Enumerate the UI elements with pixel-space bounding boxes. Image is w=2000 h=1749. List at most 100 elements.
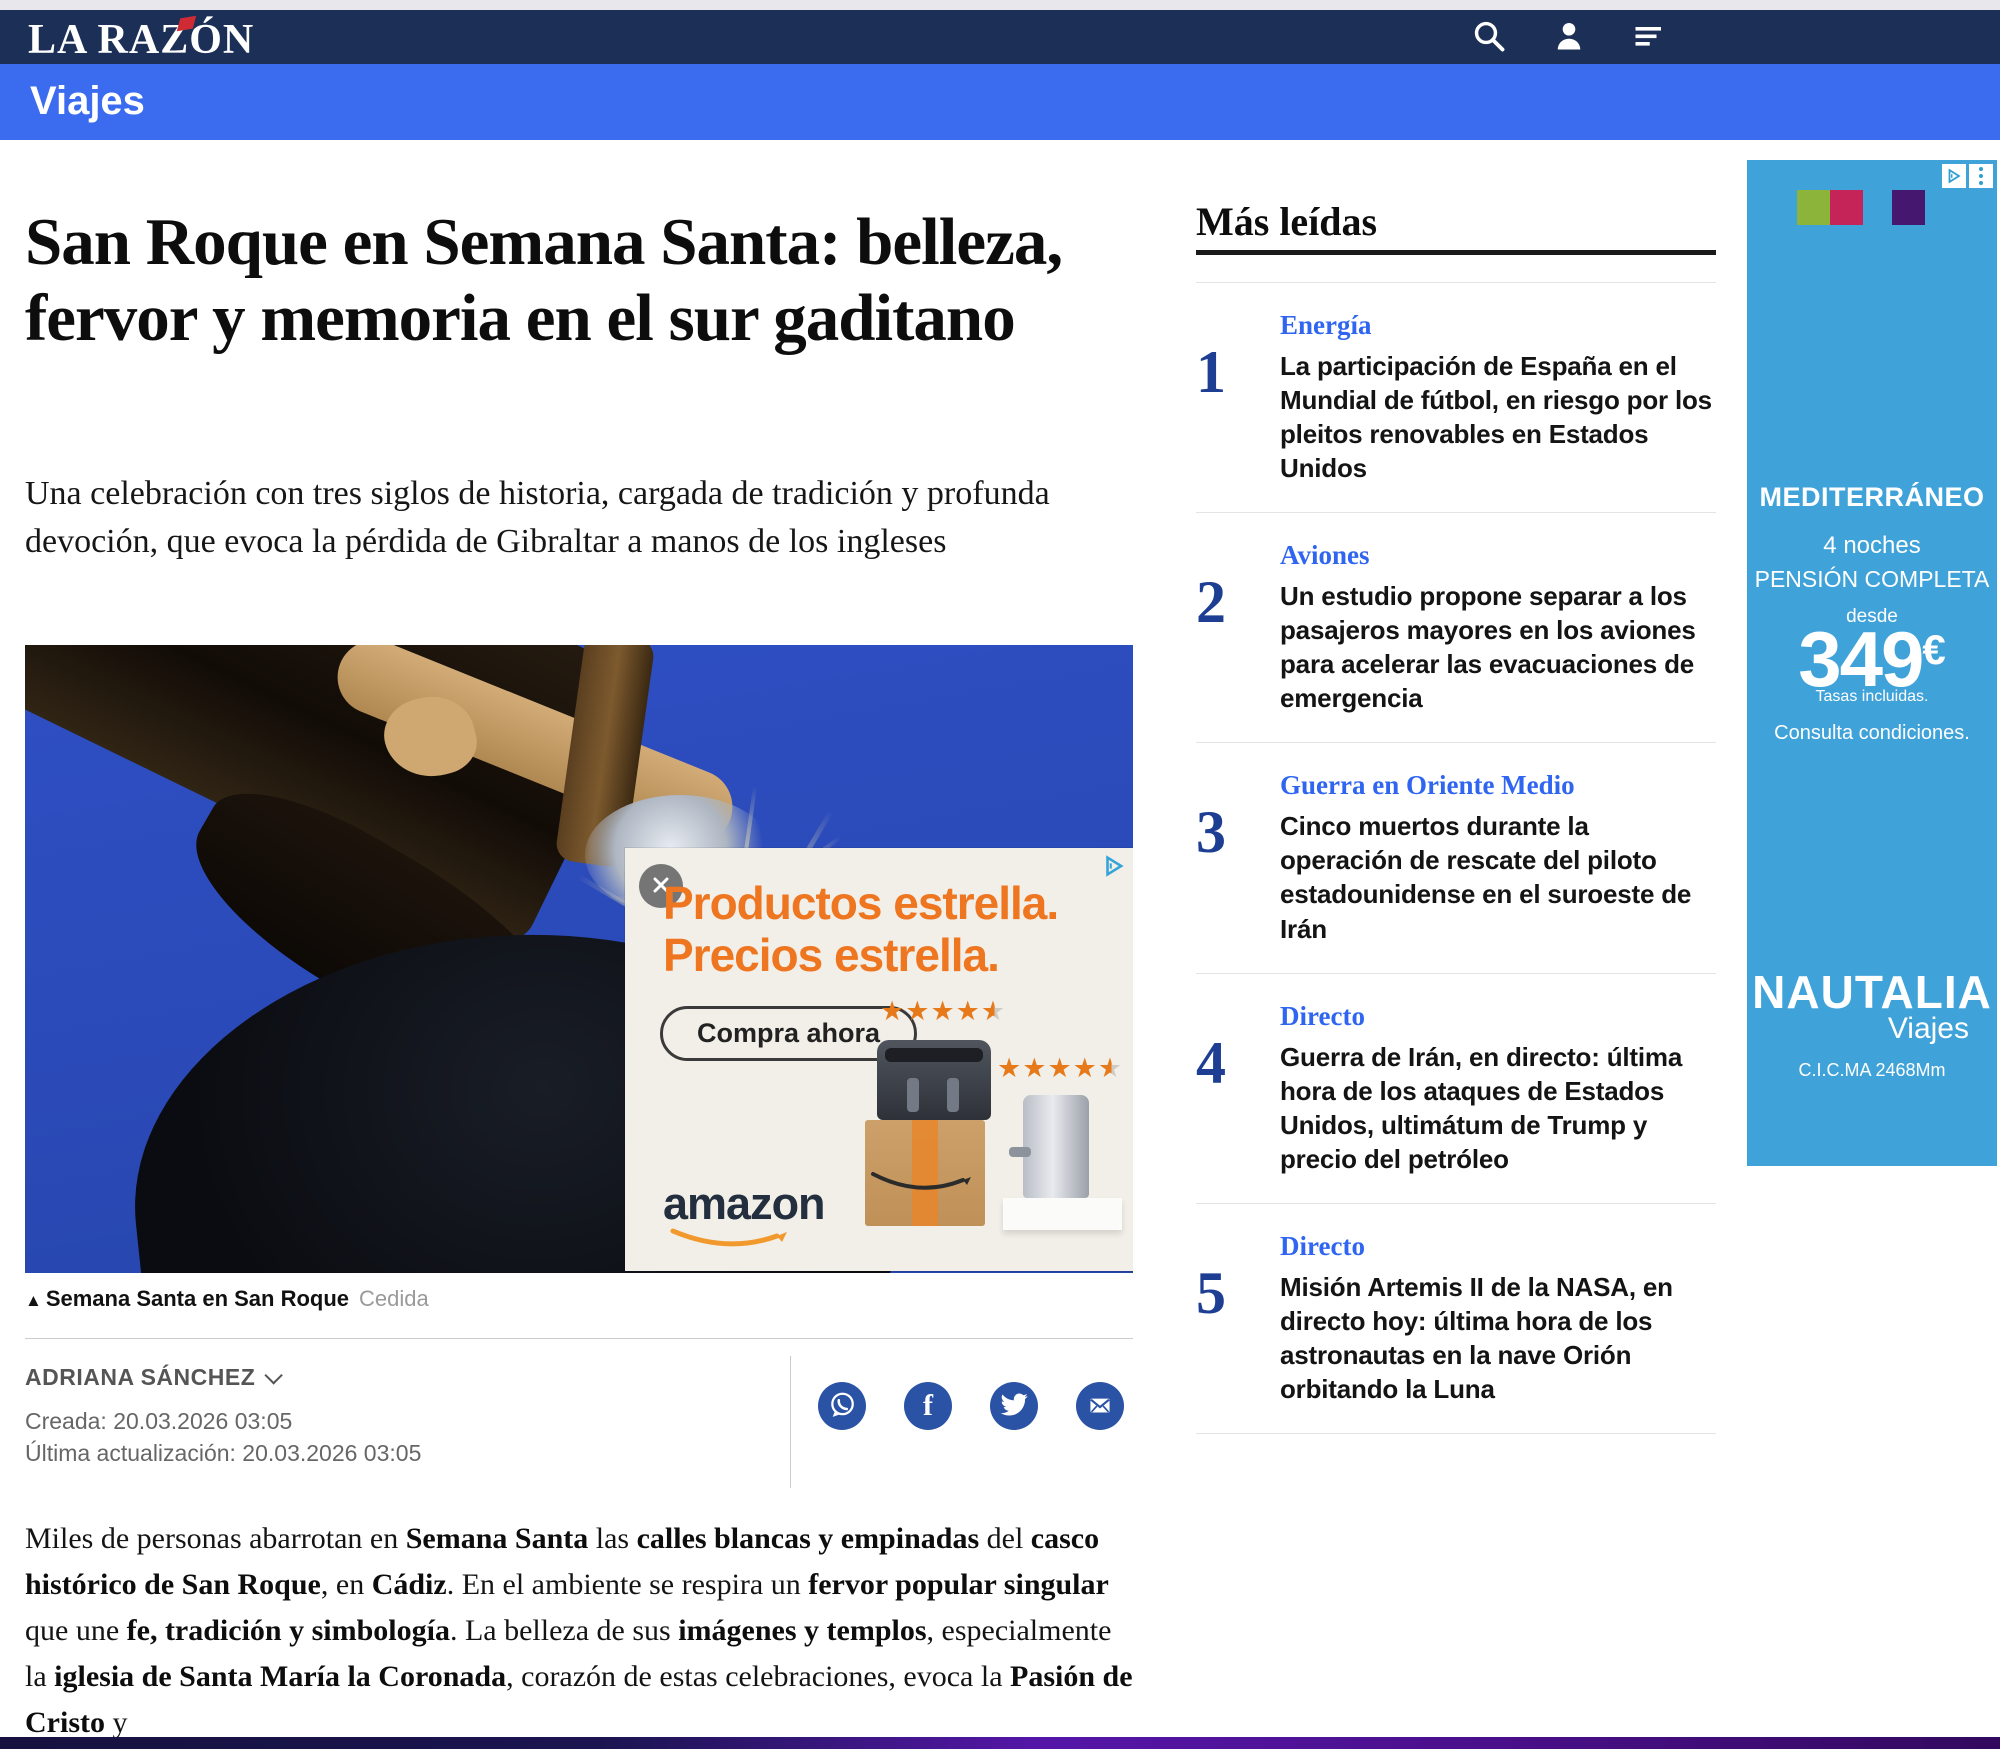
- section-title-link[interactable]: Viajes: [30, 64, 145, 140]
- body-text: , corazón de estas celebraciones, evoca …: [506, 1660, 1010, 1693]
- ad-destination-title: MEDITERRÁNEO: [1747, 482, 1997, 513]
- most-read-title: Más leídas: [1196, 198, 1377, 245]
- body-text: . En el ambiente se respira un: [447, 1568, 809, 1601]
- amazon-logo-text: amazon: [663, 1178, 825, 1229]
- caption-title: Semana Santa en San Roque: [46, 1286, 349, 1311]
- body-bold-text: Cádiz: [372, 1568, 447, 1601]
- email-icon: [1083, 1388, 1117, 1425]
- share-buttons: f: [818, 1382, 1124, 1430]
- amazon-ad-headline: Productos estrella. Precios estrella.: [663, 878, 1113, 982]
- most-read-item[interactable]: 4Directo Guerra de Irán, en directo: últi…: [1196, 973, 1716, 1203]
- star-icon: ★: [1047, 1053, 1072, 1083]
- most-read-rule: [1196, 250, 1716, 255]
- most-read-item[interactable]: 3Guerra en Oriente Medio Cinco muertos du…: [1196, 742, 1716, 972]
- body-text: que une: [25, 1614, 127, 1647]
- most-read-item[interactable]: 2Aviones Un estudio propone separar a los…: [1196, 512, 1716, 742]
- caption-credit: Cedida: [359, 1286, 429, 1311]
- skyscraper-ad[interactable]: MEDITERRÁNEO 4 noches PENSIÓN COMPLETA d…: [1747, 160, 1997, 1166]
- most-read-headline-link[interactable]: Misión Artemis II de la NASA, en directo…: [1280, 1270, 1716, 1406]
- most-read-rank: 4: [1196, 1033, 1280, 1176]
- most-read-category-link[interactable]: Directo: [1280, 1001, 1716, 1032]
- pedestal-image: [1003, 1198, 1122, 1230]
- body-bold-text: iglesia de Santa María la Coronada: [54, 1660, 506, 1693]
- amazon-ad-headline-line1: Productos estrella.: [663, 877, 1058, 929]
- ad-price-currency: €: [1922, 626, 1945, 673]
- ad-logo-purple-square: [1892, 190, 1925, 225]
- brand-logo[interactable]: LA RAZÓN: [28, 16, 254, 64]
- amazon-box-image: [865, 1120, 985, 1226]
- ad-conditions-note: Consulta condiciones.: [1747, 722, 1997, 745]
- search-icon: [1471, 18, 1507, 57]
- top-strip: [0, 0, 2000, 10]
- ad-price: 349€: [1747, 620, 1997, 698]
- most-read-item[interactable]: 1EnergíaLa participación de España en el…: [1196, 283, 1716, 512]
- most-read-content: Aviones Un estudio propone separar a los …: [1280, 540, 1716, 715]
- ad-options-icon[interactable]: [1969, 164, 1993, 188]
- star-rating: ★★★★★: [880, 996, 1006, 1027]
- byline-divider: [25, 1338, 1133, 1339]
- most-read-category-link[interactable]: Guerra en Oriente Medio: [1280, 770, 1716, 801]
- amazon-ad-headline-line2: Precios estrella.: [663, 929, 999, 981]
- adchoices-icon[interactable]: [1101, 853, 1127, 879]
- star-icon: ★: [1098, 1053, 1123, 1083]
- whatsapp-share-button[interactable]: [818, 1382, 866, 1430]
- star-icon: ★: [880, 996, 905, 1026]
- star-icon: ★: [930, 996, 955, 1026]
- header-bar: LA RAZÓN: [0, 10, 2000, 64]
- amazon-ad[interactable]: Productos estrella. Precios estrella. Co…: [625, 848, 1133, 1271]
- user-icon: [1551, 18, 1587, 57]
- most-read-content: Directo Misión Artemis II de la NASA, en …: [1280, 1231, 1716, 1406]
- menu-icon: [1630, 18, 1668, 57]
- brand-logo-text: LA RAZÓN: [28, 17, 254, 63]
- byline-vertical-divider: [790, 1356, 791, 1488]
- most-read-content: Directo Guerra de Irán, en directo: últim…: [1280, 1001, 1716, 1176]
- facebook-icon: f: [923, 1389, 933, 1423]
- star-icon: ★: [1073, 1053, 1098, 1083]
- body-bold-text: fervor popular singular: [808, 1568, 1109, 1601]
- adchoices-icon[interactable]: [1942, 164, 1966, 188]
- most-read-category-link[interactable]: Directo: [1280, 1231, 1716, 1262]
- star-icon: ★: [997, 1053, 1022, 1083]
- most-read-list: 1EnergíaLa participación de España en el…: [1196, 282, 1716, 1434]
- most-read-rank: 3: [1196, 802, 1280, 945]
- most-read-rank: 2: [1196, 572, 1280, 715]
- twitter-share-button[interactable]: [990, 1382, 1038, 1430]
- espresso-machine-image: [1023, 1095, 1089, 1198]
- most-read-category-link[interactable]: Aviones: [1280, 540, 1716, 571]
- account-button[interactable]: [1550, 18, 1588, 56]
- body-bold-text: fe, tradición y simbología: [127, 1614, 450, 1647]
- body-bold-text: calles blancas y empinadas: [637, 1522, 980, 1555]
- menu-button[interactable]: [1630, 18, 1668, 56]
- star-icon: ★: [1022, 1053, 1047, 1083]
- star-icon: ★: [905, 996, 930, 1026]
- most-read-headline-link[interactable]: Guerra de Irán, en directo: última hora …: [1280, 1040, 1716, 1176]
- ad-logo-green-square: [1797, 190, 1830, 225]
- most-read-headline-link[interactable]: Un estudio propone separar a los pasajer…: [1280, 579, 1716, 715]
- ad-taxes-note: Tasas incluidas.: [1747, 688, 1997, 706]
- star-rating: ★★★★★: [997, 1053, 1123, 1084]
- most-read-headline-link[interactable]: La participación de España en el Mundial…: [1280, 349, 1716, 485]
- air-fryer-product-image: [877, 1040, 991, 1120]
- body-bold-text: imágenes y templos: [678, 1614, 926, 1647]
- most-read-content: Guerra en Oriente Medio Cinco muertos dur…: [1280, 770, 1716, 945]
- most-read-category-link[interactable]: Energía: [1280, 310, 1716, 341]
- star-icon: ★: [981, 996, 1006, 1026]
- author-link[interactable]: ADRIANA SÁNCHEZ: [25, 1364, 278, 1391]
- body-text: del: [979, 1522, 1031, 1555]
- article-title: San Roque en Semana Santa: belleza, ferv…: [25, 205, 1140, 356]
- search-button[interactable]: [1470, 18, 1508, 56]
- most-read-content: Energía La participación de España en el …: [1280, 310, 1716, 485]
- facebook-share-button[interactable]: f: [904, 1382, 952, 1430]
- most-read-rank: 5: [1196, 1263, 1280, 1406]
- most-read-headline-link[interactable]: Cinco muertos durante la operación de re…: [1280, 809, 1716, 945]
- caption-marker-icon: ▲: [25, 1291, 42, 1310]
- body-text: , en: [321, 1568, 372, 1601]
- body-text: . La belleza de sus: [450, 1614, 678, 1647]
- section-bar: Viajes: [0, 64, 2000, 140]
- body-text: Miles de personas abarrotan en: [25, 1522, 406, 1555]
- email-share-button[interactable]: [1076, 1382, 1124, 1430]
- amazon-logo: amazon: [663, 1178, 825, 1230]
- bottom-banner-edge: [0, 1737, 2000, 1749]
- most-read-item[interactable]: 5Directo Misión Artemis II de la NASA, en…: [1196, 1203, 1716, 1434]
- article-body: Miles de personas abarrotan en Semana Sa…: [25, 1516, 1140, 1745]
